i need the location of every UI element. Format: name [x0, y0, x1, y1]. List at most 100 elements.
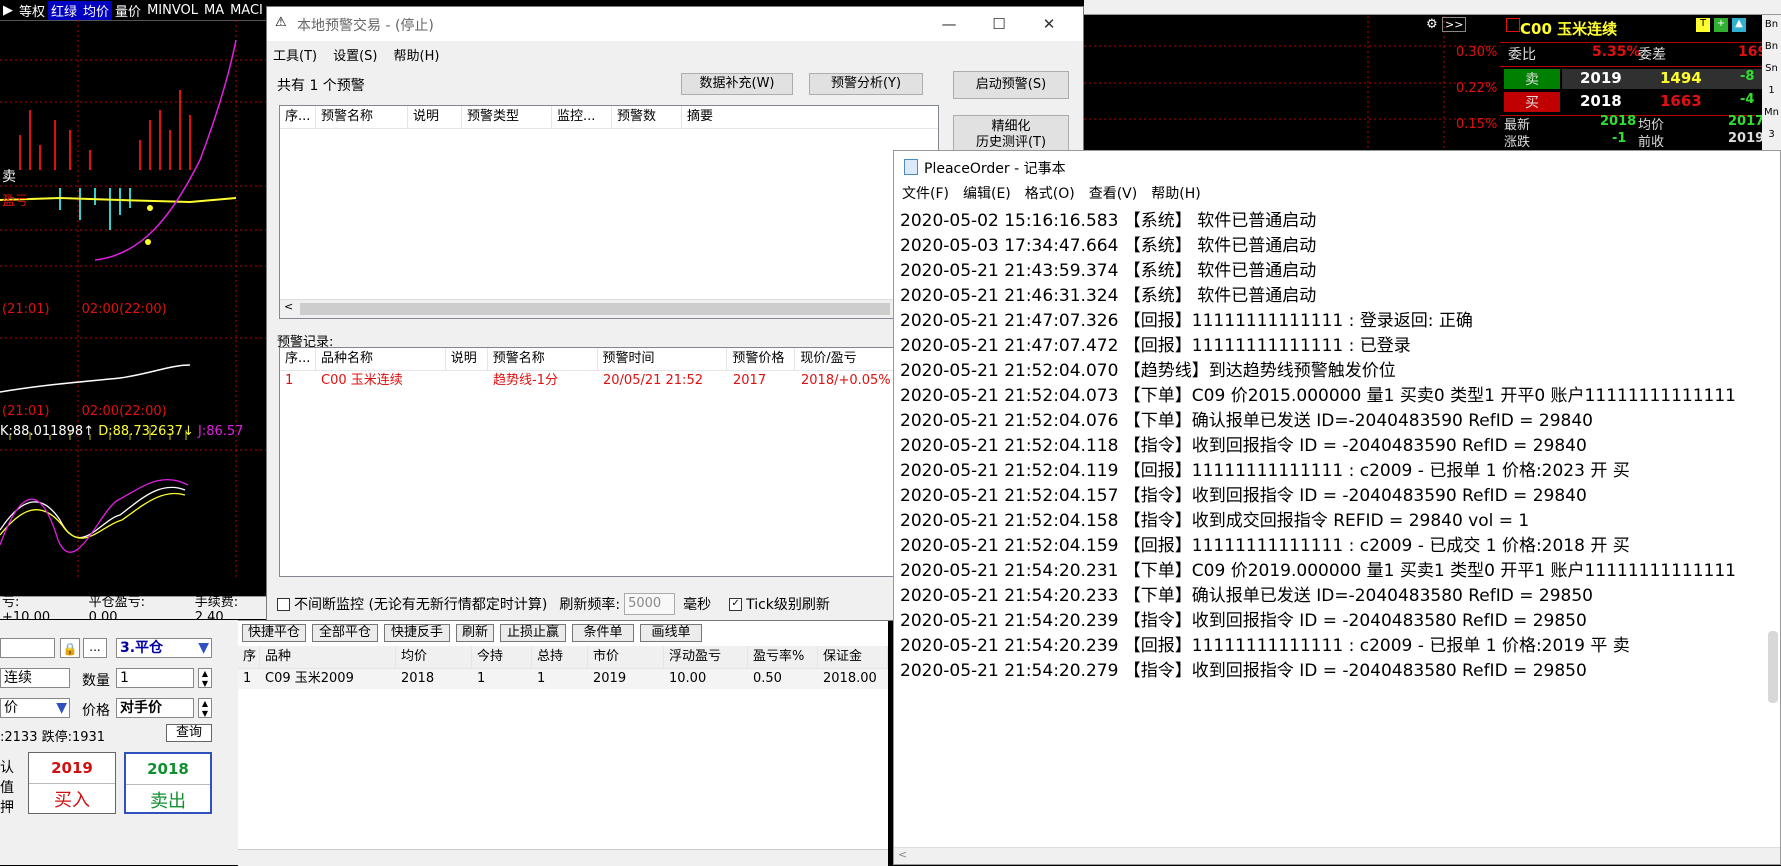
toolbar-minvol[interactable]: MINVOL [144, 3, 201, 18]
refresh-input[interactable]: 5000 [624, 593, 676, 615]
column-header[interactable]: 市价 [588, 646, 664, 668]
account-input[interactable] [0, 638, 55, 658]
column-header[interactable]: 品种名称 [316, 348, 446, 370]
menu-edit[interactable]: 编辑(E) [963, 183, 1011, 205]
stop-loss-button[interactable]: 止损止赢 [500, 624, 566, 642]
quote-box-icon[interactable] [1506, 18, 1520, 32]
table-row[interactable]: 1 C00 玉米连续 趋势线-1分 20/05/21 21:52 2017 20… [280, 371, 939, 391]
column-header[interactable]: 均价 [396, 646, 472, 668]
notepad-text-area[interactable]: 2020-05-02 15:16:16.583 【系统】 软件已普通启动 202… [900, 209, 1772, 849]
close-all-button[interactable]: 全部平仓 [312, 624, 378, 642]
settings-gear-icon[interactable]: ⚙ [1426, 17, 1438, 32]
menu-help[interactable]: 帮助(H) [394, 45, 440, 64]
menu-tools[interactable]: 工具(T) [273, 45, 317, 64]
monitor-checkbox[interactable] [277, 597, 290, 611]
horizontal-scrollbar[interactable]: < [894, 847, 1780, 864]
qty-stepper[interactable]: ▲ ▼ [198, 668, 212, 688]
price-stepper[interactable]: ▲ ▼ [198, 698, 212, 718]
sell-button[interactable]: 2018 卖出 [124, 752, 212, 814]
refine-backtest-button[interactable]: 精细化 历史测评(T) [953, 115, 1069, 153]
plus-icon[interactable]: + [1714, 18, 1728, 32]
qty-input[interactable]: 1 [116, 668, 194, 688]
right-chart[interactable]: ⚙ >> 0.30% 0.22% 0.15% [1084, 10, 1500, 151]
buy-price: 2019 [51, 759, 93, 777]
column-header[interactable]: 总持 [532, 646, 588, 668]
maximize-icon[interactable]: ☐ [977, 11, 1021, 37]
close-icon[interactable]: ✕ [1027, 11, 1071, 37]
expand-icon[interactable]: >> [1442, 17, 1467, 32]
more-button[interactable]: ... [83, 638, 107, 658]
horizontal-scrollbar[interactable] [238, 849, 888, 866]
edge-tab[interactable]: 3 [1762, 124, 1781, 146]
refresh-button[interactable]: 刷新 [456, 624, 494, 642]
column-header[interactable]: 今持 [472, 646, 532, 668]
chevron-left-icon[interactable]: < [284, 300, 293, 313]
edge-tab[interactable]: Bn [1762, 14, 1781, 36]
table-row[interactable]: 1 C09 玉米2009 2018 1 1 2019 10.00 0.50 20… [238, 669, 888, 689]
column-header[interactable]: 品种 [260, 646, 396, 668]
edge-tab[interactable]: Sn [1762, 58, 1781, 80]
top-frame [1084, 0, 1781, 15]
toolbar-red-green[interactable]: 红绿 [48, 0, 81, 20]
time-label: 02:00(22:00) [81, 404, 167, 419]
toolbar-equal-weight[interactable]: 等权 [16, 1, 48, 20]
close-mode-select[interactable]: 3.平仓 ▼ [116, 638, 212, 658]
price-type-select[interactable]: 价 ▼ [0, 698, 70, 718]
menu-file[interactable]: 文件(F) [902, 183, 949, 205]
alert-analysis-button[interactable]: 预警分析(Y) [809, 73, 923, 95]
minimize-icon[interactable]: — [927, 11, 971, 37]
data-fill-button[interactable]: 数据补充(W) [681, 73, 793, 95]
column-header[interactable]: 盈亏率% [748, 646, 818, 668]
column-header[interactable]: 预警数 [612, 106, 682, 128]
column-header[interactable]: 序 [238, 646, 260, 668]
quick-close-button[interactable]: 快捷平仓 [242, 624, 306, 642]
lock-icon[interactable]: 🔒 [60, 638, 80, 658]
alert-titlebar[interactable]: ⚠ 本地预警交易 - (停止) — ☐ ✕ [267, 7, 1083, 41]
column-header[interactable]: 序... [280, 348, 316, 370]
edge-tab[interactable]: Mn [1762, 102, 1781, 124]
column-header[interactable]: 摘要 [682, 106, 802, 128]
column-header[interactable]: 预警名称 [316, 106, 408, 128]
tick-checkbox[interactable]: ✓ [729, 597, 743, 611]
column-header[interactable]: 监控... [552, 106, 612, 128]
column-header[interactable]: 浮动盈亏 [664, 646, 748, 668]
buy-button[interactable]: 2019 买入 [28, 752, 116, 814]
toolbar-avg-price[interactable]: 均价 [80, 0, 113, 20]
scroll-thumb[interactable] [300, 303, 890, 315]
toolbar-ma[interactable]: MA [201, 3, 227, 18]
quick-reverse-button[interactable]: 快捷反手 [384, 624, 450, 642]
vertical-scroll-thumb[interactable] [1768, 631, 1778, 703]
contract-field[interactable]: 连续 [0, 668, 70, 688]
notepad-titlebar[interactable]: PleaceOrder - 记事本 [894, 151, 1780, 183]
column-header[interactable]: 序... [280, 106, 316, 128]
edge-tab[interactable]: 1 [1762, 80, 1781, 102]
price-input[interactable]: 对手价 [116, 698, 194, 718]
toolbar-arrow[interactable]: ▶ [0, 3, 16, 18]
menu-help[interactable]: 帮助(H) [1151, 183, 1200, 205]
column-header[interactable]: 预警名称 [488, 348, 598, 370]
query-button[interactable]: 查询 [166, 724, 212, 742]
stock-chart[interactable]: ▶ 等权 红绿 均价 量价 MINVOL MA MACI 卖 盈亏 (21:01… [0, 0, 270, 625]
column-header[interactable]: 说明 [446, 348, 488, 370]
start-alert-button[interactable]: 启动预警(S) [953, 71, 1069, 99]
line-order-button[interactable]: 画线单 [640, 624, 702, 642]
toolbar-vol-price[interactable]: 量价 [112, 1, 144, 20]
edge-tab[interactable]: Bn [1762, 36, 1781, 58]
menu-view[interactable]: 查看(V) [1089, 183, 1138, 205]
menu-settings[interactable]: 设置(S) [333, 45, 377, 64]
column-header[interactable]: 预警类型 [462, 106, 552, 128]
menu-format[interactable]: 格式(O) [1025, 183, 1075, 205]
column-header[interactable]: 现价/盈亏 [795, 348, 900, 370]
column-header[interactable]: 说明 [408, 106, 462, 128]
arrow-icon[interactable]: ▲ [1732, 18, 1746, 32]
column-header[interactable]: 预警价格 [727, 348, 796, 370]
column-header[interactable]: 保证金 [818, 646, 888, 668]
last-value: 2018 [1600, 114, 1637, 129]
conditional-order-button[interactable]: 条件单 [572, 624, 634, 642]
cell: C00 玉米连续 [321, 373, 403, 388]
toolbar-macd[interactable]: MACI [227, 3, 266, 18]
t-icon[interactable]: T [1696, 18, 1710, 32]
chevron-left-icon[interactable]: < [898, 848, 907, 861]
column-header[interactable]: 预警时间 [598, 348, 728, 370]
horizontal-scrollbar[interactable]: < [280, 299, 938, 318]
